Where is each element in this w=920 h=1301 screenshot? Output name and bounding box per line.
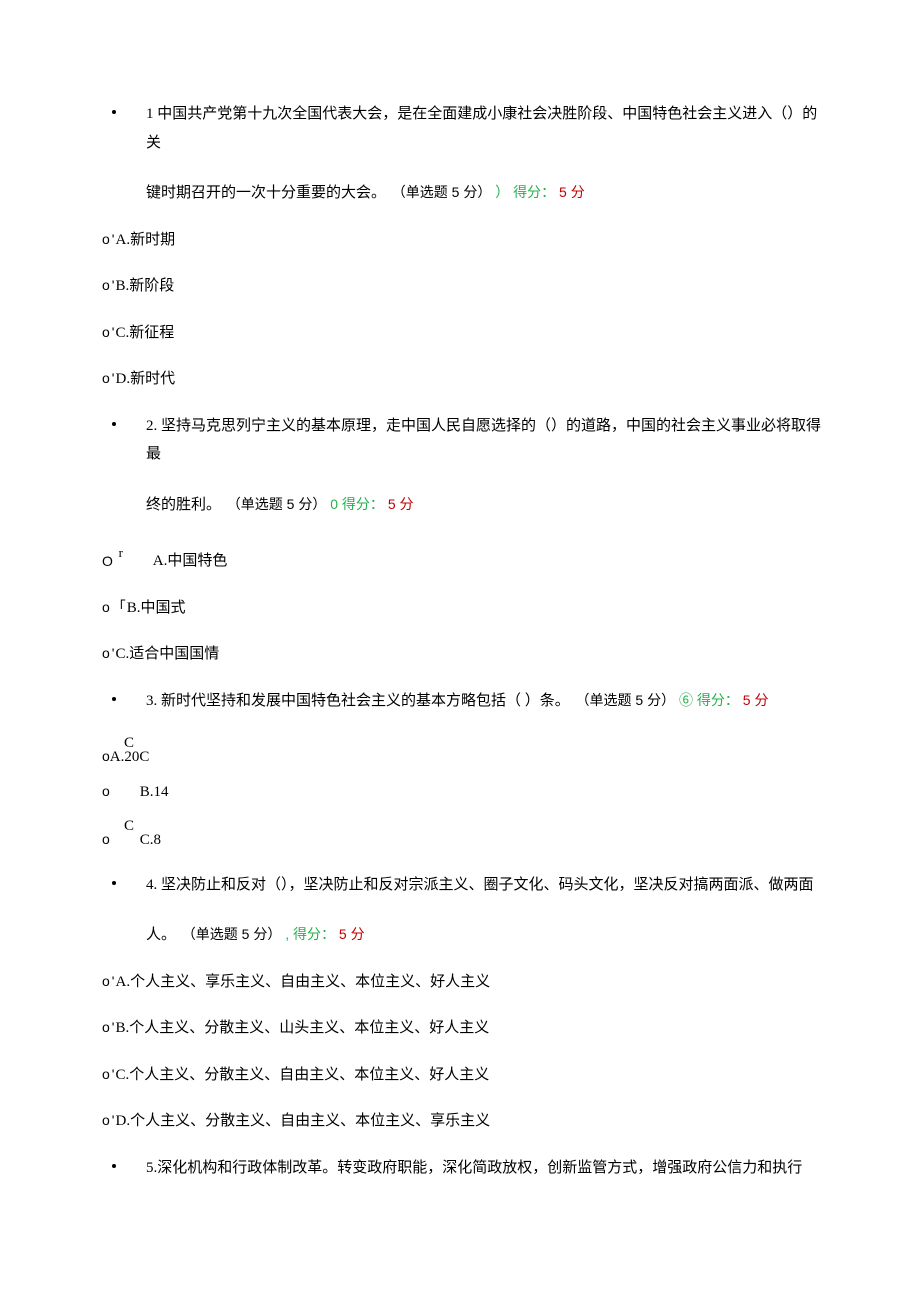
question-number: 3. [146, 693, 157, 709]
option-label: A.个人主义、享乐主义、自由主义、本位主义、好人主义 [115, 974, 490, 990]
question-stem-continue: 终的胜利。 （单选题 5 分） 0 得分： 5 分 [90, 491, 830, 520]
option-c: oʹC.适合中国国情 [90, 640, 830, 669]
question-meta: （单选题 5 分） ） 得分： 5 分 [392, 184, 585, 200]
score-value: 5 分 [743, 692, 769, 708]
option-label: B.新阶段 [115, 278, 174, 294]
score-sep: 0 [330, 496, 338, 512]
option-b: oʹB.个人主义、分散主义、山头主义、本位主义、好人主义 [90, 1014, 830, 1043]
option-label: D.新时代 [115, 371, 175, 387]
option-label: D.个人主义、分散主义、自由主义、本位主义、享乐主义 [115, 1113, 490, 1129]
bullet-icon [112, 697, 116, 701]
question-stem-continue: 人。 （单选题 5 分） , 得分： 5 分 [90, 921, 830, 950]
question-2: 2. 坚持马克思列宁主义的基本原理，走中国人民自愿选择的（）的道路，中国的社会主… [90, 412, 830, 669]
option-label: A.新时期 [115, 232, 175, 248]
option-top-c: C [102, 812, 830, 826]
question-stem: 5.深化机构和行政体制改革。转变政府职能，深化简政放权，创新监管方式，增强政府公… [90, 1154, 830, 1183]
meta-type: （单选题 5 分） [392, 184, 492, 200]
option-d: oʹD.新时代 [90, 365, 830, 394]
option-label: A.中国特色 [153, 547, 228, 576]
option-a: oʹA.新时期 [90, 226, 830, 255]
question-meta: （单选题 5 分） 0 得分： 5 分 [227, 496, 414, 512]
question-stem: 4. 坚决防止和反对（），坚决防止和反对宗派主义、圈子文化、码头文化，坚决反对搞… [90, 871, 830, 900]
question-text: 坚持马克思列宁主义的基本原理，走中国人民自愿选择的（）的道路，中国的社会主义事业… [146, 418, 821, 463]
question-number: 1 [146, 106, 154, 122]
question-text-2: 人。 [146, 927, 176, 943]
option-b: oʹB.新阶段 [90, 272, 830, 301]
option-label: B.个人主义、分散主义、山头主义、本位主义、好人主义 [115, 1020, 489, 1036]
option-label: C.适合中国国情 [115, 646, 219, 662]
score-label: 得分： [697, 692, 739, 708]
question-number: 4. [146, 877, 157, 893]
meta-type: （单选题 5 分） [182, 926, 282, 942]
question-stem-continue: 键时期召开的一次十分重要的大会。 （单选题 5 分） ） 得分： 5 分 [90, 179, 830, 208]
option-mark: o [102, 1112, 110, 1128]
question-meta: （单选题 5 分） ⑥ 得分： 5 分 [576, 692, 769, 708]
option-mark: o [102, 1019, 110, 1035]
option-mark: o [102, 277, 110, 293]
question-number: 2. [146, 418, 157, 434]
meta-type: （单选题 5 分） [227, 496, 327, 512]
option-a: O r A.中国特色 [90, 541, 830, 576]
option-c: oʹC.个人主义、分散主义、自由主义、本位主义、好人主义 [90, 1061, 830, 1090]
option-top-c: C [102, 729, 830, 743]
option-b: o B.14 [102, 778, 830, 807]
meta-type: （单选题 5 分） [576, 692, 676, 708]
option-label: C.个人主义、分散主义、自由主义、本位主义、好人主义 [115, 1067, 489, 1083]
score-value: 5 分 [559, 184, 585, 200]
document-page: 1 中国共产党第十九次全国代表大会，是在全面建成小康社会决胜阶段、中国特色社会主… [0, 0, 920, 1232]
option-mark: o [102, 831, 110, 847]
question-meta: （单选题 5 分） , 得分： 5 分 [182, 926, 365, 942]
score-label: 得分： [513, 184, 555, 200]
score-label: 得分： [293, 926, 335, 942]
option-label: B.中国式 [127, 600, 186, 616]
option-sym: r [119, 541, 123, 566]
option-c: oʹC.新征程 [90, 319, 830, 348]
option-b: o「B.中国式 [90, 594, 830, 623]
option-a: C oA.20C [102, 729, 830, 772]
option-mark: O [102, 548, 113, 575]
score-sep: , [285, 926, 289, 942]
option-mark: o [102, 370, 110, 386]
question-stem: 1 中国共产党第十九次全国代表大会，是在全面建成小康社会决胜阶段、中国特色社会主… [90, 100, 830, 157]
question-5: 5.深化机构和行政体制改革。转变政府职能，深化简政放权，创新监管方式，增强政府公… [90, 1154, 830, 1183]
question-1: 1 中国共产党第十九次全国代表大会，是在全面建成小康社会决胜阶段、中国特色社会主… [90, 100, 830, 394]
question-number: 5. [146, 1160, 157, 1176]
score-sep: ⑥ [679, 692, 693, 708]
option-c: C o C.8 [102, 812, 830, 855]
option-mark: o [102, 645, 110, 661]
option-mark: o [102, 973, 110, 989]
option-mark: o [102, 783, 110, 799]
score-value: 5 分 [339, 926, 365, 942]
option-mark: o [102, 748, 110, 764]
bullet-icon [112, 881, 116, 885]
bullet-icon [112, 422, 116, 426]
option-label: C.新征程 [115, 325, 174, 341]
option-a: oʹA.个人主义、享乐主义、自由主义、本位主义、好人主义 [90, 968, 830, 997]
option-label: A.20C [110, 743, 150, 772]
question-stem: 2. 坚持马克思列宁主义的基本原理，走中国人民自愿选择的（）的道路，中国的社会主… [90, 412, 830, 469]
question-stem: 3. 新时代坚持和发展中国特色社会主义的基本方略包括（ ）条。 （单选题 5 分… [90, 687, 830, 716]
score-sep: ） [495, 184, 509, 200]
option-mark: o [102, 1066, 110, 1082]
question-text: 深化机构和行政体制改革。转变政府职能，深化简政放权，创新监管方式，增强政府公信力… [157, 1160, 802, 1176]
option-d: oʹD.个人主义、分散主义、自由主义、本位主义、享乐主义 [90, 1107, 830, 1136]
question-text: 坚决防止和反对（），坚决防止和反对宗派主义、圈子文化、码头文化，坚决反对搞两面派… [161, 877, 814, 893]
option-label: C.8 [140, 826, 161, 855]
option-mark: o [102, 324, 110, 340]
score-label: 得分： [342, 496, 384, 512]
question-text: 新时代坚持和发展中国特色社会主义的基本方略包括（ ）条。 [161, 693, 570, 709]
question-text-2: 键时期召开的一次十分重要的大会。 [146, 185, 386, 201]
option-sym: 「 [112, 594, 126, 621]
option-mark: o [102, 231, 110, 247]
option-mark: o [102, 599, 110, 615]
question-4: 4. 坚决防止和反对（），坚决防止和反对宗派主义、圈子文化、码头文化，坚决反对搞… [90, 871, 830, 1136]
option-label: B.14 [140, 778, 169, 807]
question-text-2: 终的胜利。 [146, 497, 221, 513]
question-text: 中国共产党第十九次全国代表大会，是在全面建成小康社会决胜阶段、中国特色社会主义进… [146, 106, 817, 151]
question-3: 3. 新时代坚持和发展中国特色社会主义的基本方略包括（ ）条。 （单选题 5 分… [90, 687, 830, 855]
bullet-icon [112, 110, 116, 114]
score-value: 5 分 [388, 496, 414, 512]
bullet-icon [112, 1164, 116, 1168]
